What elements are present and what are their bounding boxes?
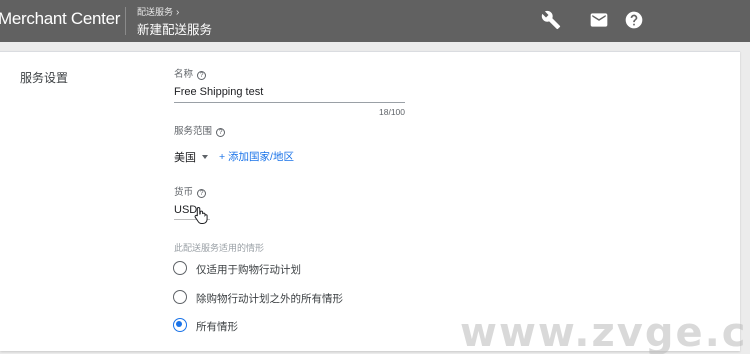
scope-label-text: 服务范围 <box>174 126 213 137</box>
radio-option-shopping-actions[interactable]: 仅适用于购物行动计划 <box>173 261 413 277</box>
header-divider <box>125 7 126 35</box>
radio-button[interactable] <box>173 290 187 304</box>
name-field-label: 名称? <box>174 66 207 80</box>
name-label-text: 名称 <box>174 69 194 80</box>
help-icon[interactable]: ? <box>197 71 207 80</box>
name-input-underline <box>174 102 405 103</box>
country-select[interactable]: 美国 <box>174 149 208 165</box>
add-country-link[interactable]: + 添加国家/地区 <box>219 149 294 164</box>
wrench-icon[interactable] <box>541 10 561 30</box>
breadcrumb-label[interactable]: 配送服务 <box>137 7 173 17</box>
help-icon[interactable]: ? <box>197 189 207 198</box>
radio-button-selected[interactable] <box>173 318 187 332</box>
chevron-right-icon: › <box>176 7 180 18</box>
app-brand-title: Merchant Center <box>0 9 121 28</box>
dropdown-caret-icon[interactable] <box>202 155 208 159</box>
radio-label[interactable]: 仅适用于购物行动计划 <box>196 262 301 277</box>
help-icon[interactable]: ? <box>216 128 226 137</box>
help-icon[interactable] <box>624 10 644 30</box>
radio-option-all[interactable]: 所有情形 <box>173 318 413 334</box>
breadcrumb[interactable]: 配送服务 › <box>137 5 179 18</box>
currency-label-text: 货币 <box>174 187 194 198</box>
hand-cursor-icon <box>194 206 208 224</box>
radio-label[interactable]: 所有情形 <box>196 319 238 334</box>
radio-option-except-shopping-actions[interactable]: 除购物行动计划之外的所有情形 <box>173 290 413 306</box>
service-settings-card: 服务设置 名称? Free Shipping test 18/100 服务范围?… <box>0 51 740 351</box>
page-title: 新建配送服务 <box>137 23 213 37</box>
scope-field-label: 服务范围? <box>174 123 226 137</box>
mail-icon[interactable] <box>589 10 609 30</box>
watermark: www.zvge.cn <box>460 310 750 354</box>
character-counter: 18/100 <box>379 107 405 117</box>
radio-button[interactable] <box>173 261 187 275</box>
top-app-bar: Merchant Center 配送服务 › 新建配送服务 <box>0 0 750 42</box>
usage-label: 此配送服务适用的情形 <box>174 243 265 253</box>
section-title: 服务设置 <box>20 71 69 85</box>
radio-label[interactable]: 除购物行动计划之外的所有情形 <box>196 291 343 306</box>
currency-field-label: 货币? <box>174 184 207 198</box>
country-value[interactable]: 美国 <box>174 152 196 164</box>
name-input[interactable]: Free Shipping test <box>174 86 263 98</box>
